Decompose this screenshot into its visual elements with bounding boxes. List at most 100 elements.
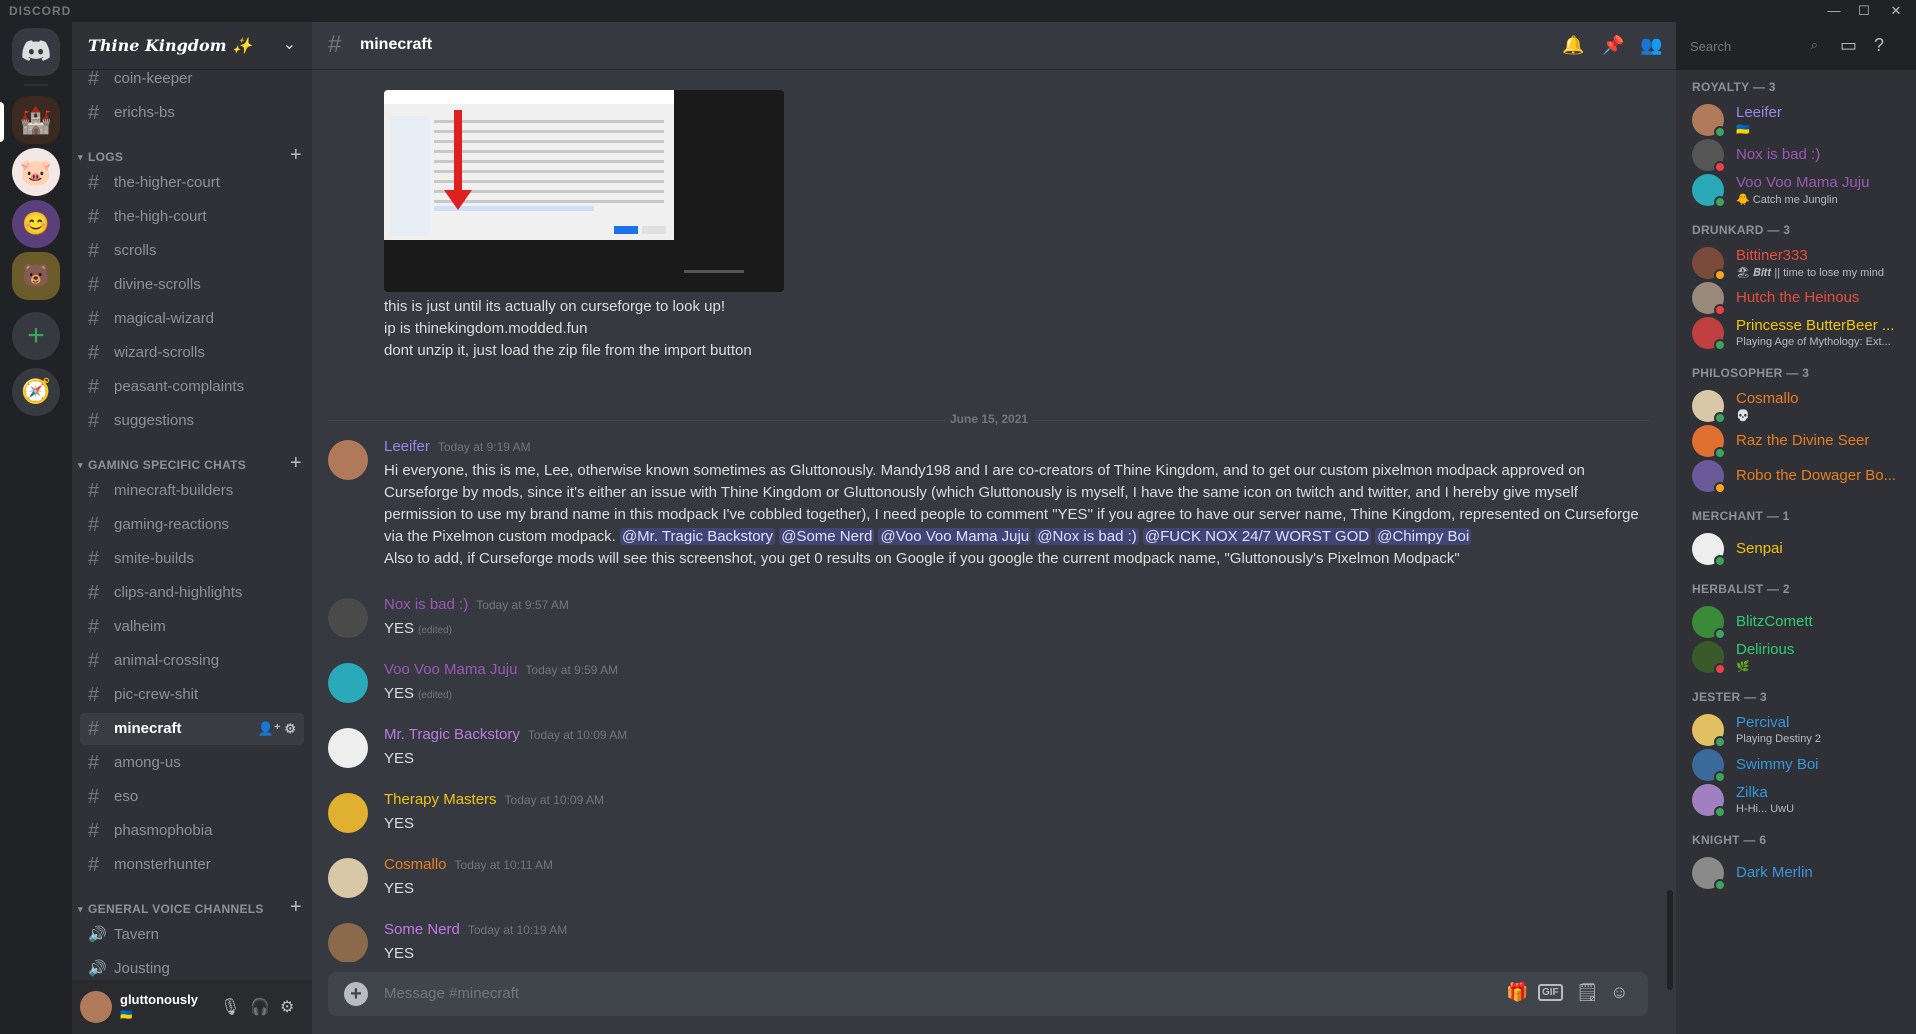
channel-suggestions[interactable]: # suggestions bbox=[80, 405, 304, 437]
channel-coin-keeper[interactable]: # coin-keeper bbox=[80, 70, 304, 95]
add-channel-icon[interactable]: + bbox=[290, 897, 302, 917]
author-name[interactable]: Some Nerd bbox=[384, 921, 460, 938]
chat-scrollbar[interactable] bbox=[1664, 70, 1676, 990]
message-composer[interactable]: + Message #minecraft 🎁 GIF 🗒 ☺ bbox=[328, 972, 1648, 1016]
channel-pic-crew-shit[interactable]: # pic-crew-shit bbox=[80, 679, 304, 711]
chevron-down-icon[interactable]: ⌄ bbox=[283, 34, 296, 54]
inbox-icon[interactable]: ▭ bbox=[1840, 35, 1857, 56]
author-name[interactable]: Cosmallo bbox=[384, 856, 447, 873]
member-name: Zilka bbox=[1736, 784, 1768, 801]
server-group-2[interactable]: 🐻 bbox=[12, 252, 60, 300]
voice-channel-tavern[interactable]: 🔊 Tavern bbox=[80, 919, 304, 951]
channel-monsterhunter[interactable]: # monsterhunter bbox=[80, 849, 304, 881]
members-icon[interactable]: 👥 bbox=[1640, 35, 1662, 56]
sticker-icon[interactable]: 🗒 bbox=[1576, 982, 1599, 1003]
member-item[interactable]: Zilka H-Hi... UwU bbox=[1684, 778, 1908, 822]
help-icon[interactable]: ? bbox=[1874, 35, 1884, 56]
channel-wizard-scrolls[interactable]: # wizard-scrolls bbox=[80, 337, 304, 369]
channel-smite-builds[interactable]: # smite-builds bbox=[80, 543, 304, 575]
role-header: HERBALIST — 2 bbox=[1692, 582, 1790, 596]
member-item[interactable]: Senpai bbox=[1684, 527, 1908, 571]
voice-channel-jousting[interactable]: 🔊 Jousting bbox=[80, 953, 304, 980]
avatar[interactable] bbox=[328, 728, 368, 768]
author-name[interactable]: Therapy Masters bbox=[384, 791, 497, 808]
home-button[interactable] bbox=[12, 28, 60, 76]
faces-icon: 😊 bbox=[22, 211, 50, 236]
avatar[interactable] bbox=[328, 923, 368, 962]
channel-magical-wizard[interactable]: # magical-wizard bbox=[80, 303, 304, 335]
gift-icon[interactable]: 🎁 bbox=[1506, 982, 1528, 1003]
mention[interactable]: @FUCK NOX 24/7 WORST GOD bbox=[1142, 528, 1372, 545]
member-item[interactable]: Princesse ButterBeer ... Playing Age of M… bbox=[1684, 311, 1908, 355]
selected-server-pill bbox=[0, 102, 4, 142]
member-item[interactable]: Dark Merlin bbox=[1684, 851, 1908, 895]
avatar[interactable] bbox=[328, 793, 368, 833]
channel-clips-and-highlights[interactable]: # clips-and-highlights bbox=[80, 577, 304, 609]
invite-icon[interactable]: 👤⁺ bbox=[258, 721, 281, 736]
channel-among-us[interactable]: # among-us bbox=[80, 747, 304, 779]
gear-icon[interactable]: ⚙ bbox=[280, 997, 294, 1017]
pin-icon[interactable]: 📌 bbox=[1602, 35, 1624, 56]
add-server-button[interactable]: + bbox=[12, 312, 60, 360]
author-name[interactable]: Voo Voo Mama Juju bbox=[384, 661, 517, 678]
mention[interactable]: @Some Nerd bbox=[779, 528, 875, 545]
hash-icon: # bbox=[88, 684, 100, 706]
channel-erichs-bs[interactable]: # erichs-bs bbox=[80, 97, 304, 129]
headphones-icon[interactable]: 🎧 bbox=[250, 997, 270, 1017]
category-gaming[interactable]: ▾ GAMING SPECIFIC CHATS + bbox=[76, 453, 308, 475]
channel-the-high-court[interactable]: # the-high-court bbox=[80, 201, 304, 233]
search-input[interactable]: Search ⌕ bbox=[1682, 34, 1826, 58]
avatar[interactable] bbox=[328, 858, 368, 898]
channel-divine-scrolls[interactable]: # divine-scrolls bbox=[80, 269, 304, 301]
image-attachment[interactable] bbox=[384, 90, 784, 292]
channel-phasmophobia[interactable]: # phasmophobia bbox=[80, 815, 304, 847]
mention[interactable]: @Mr. Tragic Backstory bbox=[619, 528, 776, 545]
channel-scrolls[interactable]: # scrolls bbox=[80, 235, 304, 267]
category-voice[interactable]: ▾ GENERAL VOICE CHANNELS + bbox=[76, 897, 308, 919]
close-icon[interactable]: ✕ bbox=[1882, 0, 1910, 22]
mention[interactable]: @Nox is bad :) bbox=[1035, 528, 1139, 545]
server-thine-kingdom[interactable]: 🏰 bbox=[12, 96, 60, 144]
mention[interactable]: @Chimpy Boi bbox=[1375, 528, 1472, 545]
emoji-icon[interactable]: ☺ bbox=[1610, 982, 1628, 1003]
maximize-icon[interactable]: ☐ bbox=[1850, 0, 1878, 22]
channel-gaming-reactions[interactable]: # gaming-reactions bbox=[80, 509, 304, 541]
server-group-1[interactable]: 😊 bbox=[12, 200, 60, 248]
avatar[interactable] bbox=[328, 598, 368, 638]
channel-eso[interactable]: # eso bbox=[80, 781, 304, 813]
microphone-icon[interactable]: 🎙 bbox=[220, 997, 240, 1017]
avatar[interactable] bbox=[80, 991, 112, 1023]
author-name[interactable]: Leeifer bbox=[384, 438, 430, 455]
author-name[interactable]: Nox is bad :) bbox=[384, 596, 468, 613]
add-channel-icon[interactable]: + bbox=[290, 453, 302, 473]
channel-minecraft[interactable]: # minecraft 👤⁺ ⚙ bbox=[80, 713, 304, 745]
avatar[interactable] bbox=[328, 440, 368, 480]
bell-icon[interactable]: 🔔 bbox=[1562, 35, 1584, 56]
channel-animal-crossing[interactable]: # animal-crossing bbox=[80, 645, 304, 677]
upload-plus-icon[interactable]: + bbox=[344, 982, 368, 1006]
message-input-placeholder[interactable]: Message #minecraft bbox=[384, 985, 519, 1002]
minimize-icon[interactable]: — bbox=[1820, 0, 1848, 22]
member-item[interactable]: Delirious 🌿 bbox=[1684, 635, 1908, 679]
server-header[interactable]: 𝑻𝒉𝒊𝒏𝒆 𝑲𝒊𝒏𝒈𝒅𝒐𝒎 ✨ ⌄ bbox=[72, 22, 312, 70]
member-status: H-Hi... UwU bbox=[1736, 803, 1795, 815]
rail-separator bbox=[24, 84, 48, 86]
category-logs[interactable]: ▾ LOGS + bbox=[76, 145, 308, 167]
explore-servers-button[interactable]: 🧭 bbox=[12, 368, 60, 416]
avatar[interactable] bbox=[328, 663, 368, 703]
channel-minecraft-builders[interactable]: # minecraft-builders bbox=[80, 475, 304, 507]
mention[interactable]: @Voo Voo Mama Juju bbox=[878, 528, 1032, 545]
scrollbar-thumb[interactable] bbox=[1667, 890, 1673, 990]
channel-peasant-complaints[interactable]: # peasant-complaints bbox=[80, 371, 304, 403]
gif-button[interactable]: GIF bbox=[1538, 984, 1563, 1001]
server-pig[interactable]: 🐷 bbox=[12, 148, 60, 196]
author-name[interactable]: Mr. Tragic Backstory bbox=[384, 726, 520, 743]
member-name: Delirious bbox=[1736, 641, 1795, 658]
member-item[interactable]: Robo the Dowager Bo... bbox=[1684, 454, 1908, 498]
gear-icon[interactable]: ⚙ bbox=[284, 721, 296, 736]
add-channel-icon[interactable]: + bbox=[290, 145, 302, 165]
channel-the-higher-court[interactable]: # the-higher-court bbox=[80, 167, 304, 199]
member-item[interactable]: Voo Voo Mama Juju 🐥 Catch me Junglin bbox=[1684, 168, 1908, 212]
channel-valheim[interactable]: # valheim bbox=[80, 611, 304, 643]
member-name: Percival bbox=[1736, 714, 1790, 731]
